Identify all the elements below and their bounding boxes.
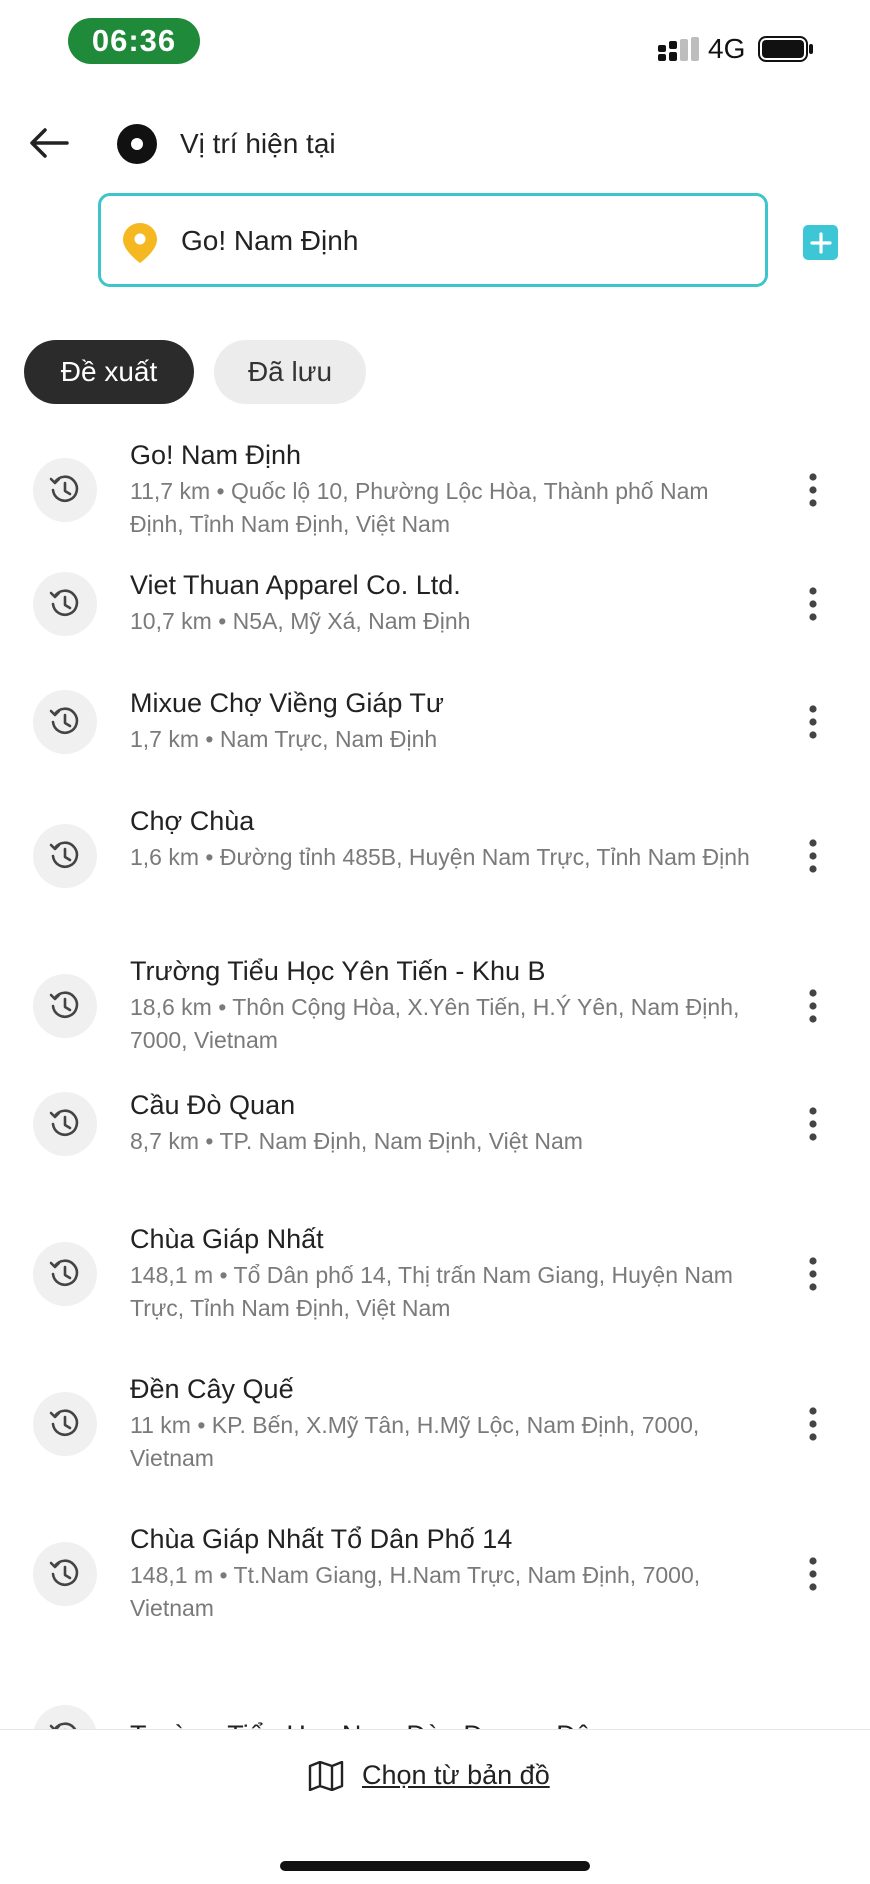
separator-dot: • [190, 1412, 212, 1438]
location-pin-icon [123, 223, 157, 263]
more-vertical-icon [809, 1557, 817, 1591]
more-options-button[interactable] [796, 470, 830, 510]
place-address: Nam Trực, Nam Định [219, 726, 438, 752]
separator-dot: • [211, 994, 233, 1020]
separator-dot: • [213, 1262, 234, 1288]
history-icon [49, 706, 79, 734]
add-stop-button[interactable] [803, 225, 838, 260]
more-vertical-icon [809, 989, 817, 1023]
more-options-button[interactable] [796, 1404, 830, 1444]
place-subtitle: 148,1 m • Tổ Dân phố 14, Thị trấn Nam Gi… [130, 1259, 750, 1325]
place-title: Mixue Chợ Viềng Giáp Tư [130, 688, 444, 718]
place-subtitle: 1,7 km • Nam Trực, Nam Định [130, 723, 750, 756]
place-address: TP. Nam Định, Nam Định, Việt Nam [219, 1128, 583, 1154]
place-address: KP. Bến, X.Mỹ Tân, H.Mỹ Lộc, Nam Định, 7… [130, 1412, 700, 1471]
place-distance: 10,7 km [130, 608, 212, 634]
place-distance: 148,1 m [130, 1262, 214, 1288]
place-title: Đền Cây Quế [130, 1374, 294, 1404]
separator-dot: • [211, 608, 233, 634]
more-options-button[interactable] [796, 702, 830, 742]
separator-dot: • [199, 1128, 220, 1154]
status-time: 06:36 [68, 18, 200, 64]
destination-field[interactable] [98, 193, 768, 287]
place-title: Go! Nam Định [130, 440, 302, 470]
more-vertical-icon [809, 1106, 817, 1141]
history-icon [49, 1259, 79, 1287]
separator-dot: • [210, 478, 231, 504]
separator-dot: • [199, 726, 220, 752]
place-subtitle: 10,7 km • N5A, Mỹ Xá, Nam Định [130, 605, 750, 638]
separator-dot: • [199, 844, 220, 870]
choose-from-map-button[interactable]: Chọn từ bản đồ [308, 1760, 550, 1791]
home-indicator [280, 1861, 590, 1871]
place-subtitle: 1,6 km • Đường tỉnh 485B, Huyện Nam Trực… [130, 841, 750, 874]
more-vertical-icon [809, 473, 817, 507]
place-distance: 11,7 km [130, 478, 211, 504]
place-distance: 1,6 km [130, 844, 200, 870]
place-distance: 148,1 m [130, 1562, 214, 1588]
place-distance: 1,7 km [130, 726, 200, 752]
place-subtitle: 8,7 km • TP. Nam Định, Nam Định, Việt Na… [130, 1125, 750, 1158]
separator-dot: • [213, 1562, 234, 1588]
history-icon-wrap [33, 458, 97, 522]
more-options-button[interactable] [796, 1554, 830, 1594]
history-icon [49, 1559, 79, 1587]
history-icon-wrap [33, 1542, 97, 1606]
destination-input[interactable] [181, 221, 741, 261]
history-icon-wrap [33, 1242, 97, 1306]
back-arrow-icon [30, 128, 69, 158]
more-vertical-icon [809, 586, 817, 621]
history-icon-wrap [33, 824, 97, 888]
map-icon [308, 1760, 344, 1791]
history-icon-wrap [33, 571, 97, 636]
place-address: N5A, Mỹ Xá, Nam Định [232, 608, 471, 634]
place-subtitle: 11 km • KP. Bến, X.Mỹ Tân, H.Mỹ Lộc, Nam… [130, 1409, 750, 1475]
more-vertical-icon [809, 839, 817, 873]
plus-icon [809, 231, 832, 254]
bottom-bar: Chọn từ bản đồ [0, 1729, 870, 1884]
more-vertical-icon [809, 1407, 817, 1441]
place-subtitle: 148,1 m • Tt.Nam Giang, H.Nam Trực, Nam … [130, 1559, 750, 1625]
more-options-button[interactable] [796, 584, 830, 624]
back-button[interactable] [26, 120, 72, 166]
tab-suggested[interactable]: Đề xuất [24, 340, 194, 404]
place-subtitle: 11,7 km • Quốc lộ 10, Phường Lộc Hòa, Th… [130, 475, 750, 541]
battery-icon [758, 36, 813, 62]
tab-saved[interactable]: Đã lưu [214, 340, 366, 404]
history-icon [49, 1108, 79, 1136]
more-options-button[interactable] [796, 1104, 830, 1144]
place-title: Chùa Giáp Nhất [130, 1224, 324, 1254]
more-vertical-icon [809, 704, 817, 739]
place-address: Đường tỉnh 485B, Huyện Nam Trực, Tỉnh Na… [219, 844, 750, 870]
history-icon [49, 475, 79, 503]
place-title: Cầu Đò Quan [130, 1090, 296, 1120]
more-vertical-icon [809, 1257, 817, 1291]
more-options-button[interactable] [796, 986, 830, 1026]
place-title: Chùa Giáp Nhất Tổ Dân Phố 14 [130, 1524, 513, 1554]
history-icon-wrap [33, 974, 97, 1038]
history-icon [49, 1409, 79, 1437]
network-label: 4G [708, 33, 746, 64]
origin-label[interactable]: Vị trí hiện tại [180, 128, 336, 160]
place-distance: 11 km [130, 1412, 191, 1438]
history-icon-wrap [33, 1091, 97, 1156]
place-title: Trường Tiểu Học Yên Tiến - Khu B [130, 956, 546, 986]
history-icon [49, 841, 79, 869]
place-distance: 18,6 km [130, 994, 212, 1020]
history-icon-wrap [33, 1392, 97, 1456]
history-icon [49, 991, 79, 1019]
place-distance: 8,7 km [130, 1128, 200, 1154]
origin-dot-icon [117, 124, 157, 164]
choose-from-map-label: Chọn từ bản đồ [362, 1760, 550, 1790]
history-icon [49, 588, 79, 616]
status-bar: 06:36 4G [0, 0, 870, 100]
place-subtitle: 18,6 km • Thôn Cộng Hòa, X.Yên Tiến, H.Ý… [130, 991, 750, 1057]
place-title: Chợ Chùa [130, 806, 255, 836]
more-options-button[interactable] [796, 836, 830, 876]
signal-icon [658, 37, 699, 61]
place-title: Viet Thuan Apparel Co. Ltd. [130, 570, 461, 600]
more-options-button[interactable] [796, 1254, 830, 1294]
history-icon-wrap [33, 689, 97, 754]
